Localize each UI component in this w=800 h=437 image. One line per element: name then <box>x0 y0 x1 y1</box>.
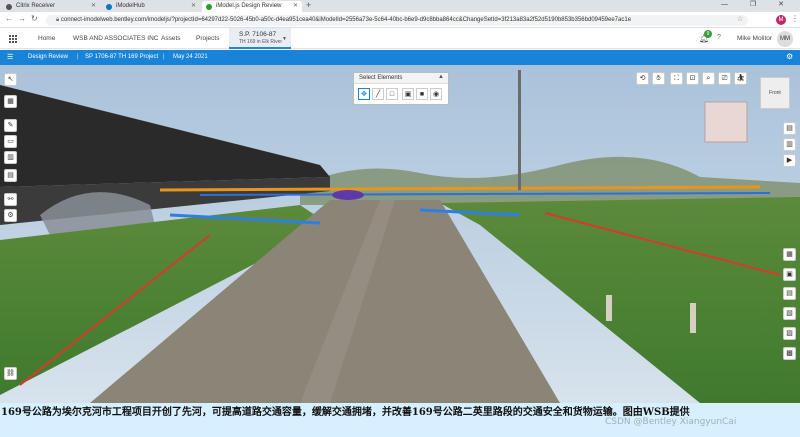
browser-tab-strip: Citrix Receiver ✕ iModelHub ✕ iModel.js … <box>0 0 800 12</box>
imodeljs-icon <box>206 4 212 10</box>
notification-badge: 9 <box>704 30 712 38</box>
select-mode-icon[interactable]: ▣ <box>402 88 414 100</box>
close-icon[interactable]: ✕ <box>91 2 96 9</box>
section-tool-icon[interactable]: ▥ <box>4 151 17 164</box>
survey-post <box>606 295 612 321</box>
properties-icon[interactable]: ▥ <box>783 138 796 151</box>
close-icon[interactable]: ✕ <box>191 2 196 9</box>
measure-tool-icon[interactable]: ▦ <box>4 95 17 108</box>
breadcrumb-project[interactable]: SP 1706-87 TH 169 Project <box>85 54 158 60</box>
forward-icon[interactable]: → <box>18 14 26 23</box>
gear-icon[interactable]: ⚙ <box>786 52 793 61</box>
browser-menu-icon[interactable]: ⋮ <box>791 14 799 23</box>
chevron-up-icon[interactable]: ▲ <box>438 74 444 80</box>
select-add-icon[interactable]: ■ <box>416 88 428 100</box>
breadcrumb: ☰ Design Review | SP 1706-87 TH 169 Proj… <box>0 50 800 65</box>
layers-icon[interactable]: ▤ <box>783 122 796 135</box>
pick-select-icon[interactable]: ✥ <box>358 88 370 100</box>
window-controls[interactable]: — ❐ ✕ <box>721 0 794 8</box>
camera-icon[interactable]: ⎚ <box>718 72 731 85</box>
nav-projects[interactable]: Projects <box>196 35 219 42</box>
panel-tool-icon[interactable]: ▧ <box>783 307 796 320</box>
breadcrumb-separator: | <box>163 54 165 60</box>
panel-tool-icon[interactable]: ▣ <box>783 268 796 281</box>
watermark: CSDN @Bentley XiangyunCai <box>605 417 737 427</box>
nav-home[interactable]: Home <box>38 35 55 42</box>
select-elements-panel: Select Elements ▲ ✥ ╱ □ ▣ ■ ◉ <box>353 72 449 105</box>
3d-viewport[interactable]: ↖ ▦ ✎ ▭ ▥ ▤ ⚯ ⚙ ⛓ Select Elements ▲ ✥ ╱ … <box>0 65 800 403</box>
pan-hand-icon[interactable]: ✋︎ <box>652 72 665 85</box>
rotate-view-icon[interactable]: ⟲ <box>636 72 649 85</box>
user-name[interactable]: Mike Molitor <box>737 35 772 42</box>
user-avatar[interactable]: MM <box>777 31 793 47</box>
road-scene <box>0 65 800 403</box>
browser-tab-citrix[interactable]: Citrix Receiver ✕ <box>2 1 100 12</box>
bookmark-star-icon[interactable]: ☆ <box>737 15 743 23</box>
fit-view-icon[interactable]: ⛶ <box>670 72 683 85</box>
breadcrumb-date[interactable]: May 24 2021 <box>173 54 208 60</box>
video-icon[interactable]: ▶ <box>783 154 796 167</box>
select-panel-title: Select Elements <box>354 73 448 84</box>
chevron-down-icon: ▼ <box>282 36 287 42</box>
breadcrumb-separator: | <box>77 54 79 60</box>
app-header: Home WSB AND ASSOCIATES INC Assets Proje… <box>0 28 800 49</box>
line-select-icon[interactable]: ╱ <box>372 88 384 100</box>
project-selector[interactable]: S.P. 7106-87 TH 169 in Elk River ▼ <box>229 28 291 49</box>
tab-label: iModelHub <box>116 3 145 9</box>
back-icon[interactable]: ← <box>5 14 13 23</box>
settings-icon[interactable]: ⚙ <box>4 209 17 222</box>
help-icon[interactable]: ? <box>717 34 721 41</box>
url-text: connect-imodelweb.bentley.com/imodeljs/?… <box>60 17 632 23</box>
panel-tool-icon[interactable]: ▦ <box>783 248 796 261</box>
model-tree-icon[interactable]: ⚯ <box>4 193 17 206</box>
select-all-icon[interactable]: ◉ <box>430 88 442 100</box>
link-icon[interactable]: ⛓ <box>4 367 17 380</box>
cube-face-label: Front <box>769 90 781 96</box>
box-select-icon[interactable]: □ <box>386 88 398 100</box>
breadcrumb-design-review[interactable]: Design Review <box>28 54 68 60</box>
document-icon[interactable]: ▤ <box>4 169 17 182</box>
tab-label: iModel.js Design Review <box>216 3 282 9</box>
panel-tool-icon[interactable]: ▨ <box>783 327 796 340</box>
browser-tab-imodelhub[interactable]: iModelHub ✕ <box>102 1 200 12</box>
pencil-icon[interactable]: ✎ <box>4 119 17 132</box>
vehicle-model[interactable] <box>332 190 364 200</box>
tab-label: Citrix Receiver <box>16 3 56 9</box>
walk-icon[interactable]: ⛹︎ <box>734 72 747 85</box>
clip-tool-icon[interactable]: ▭ <box>4 135 17 148</box>
citrix-icon <box>6 4 12 10</box>
menu-icon[interactable]: ☰ <box>7 53 13 61</box>
panel-tool-icon[interactable]: ▩ <box>783 347 796 360</box>
imodelhub-icon <box>106 4 112 10</box>
reload-icon[interactable]: ↻ <box>31 14 38 23</box>
select-tool-icon[interactable]: ↖ <box>4 73 17 86</box>
profile-avatar[interactable]: M <box>776 15 786 25</box>
panel-tool-icon[interactable]: ▤ <box>783 287 796 300</box>
nav-assets[interactable]: Assets <box>161 35 181 42</box>
new-tab-button[interactable]: + <box>306 0 311 10</box>
nav-organization[interactable]: WSB AND ASSOCIATES INC <box>73 35 158 42</box>
roadside-sign <box>704 101 748 143</box>
view-cube[interactable]: Front <box>760 77 790 109</box>
url-field[interactable]: 🔒︎ connect-imodelweb.bentley.com/imodelj… <box>46 15 748 26</box>
close-icon[interactable]: ✕ <box>293 2 298 9</box>
zoom-icon[interactable]: ⌕ <box>702 72 715 85</box>
app-switcher-icon[interactable] <box>8 34 17 43</box>
browser-tab-design-review[interactable]: iModel.js Design Review ✕ <box>202 1 302 12</box>
survey-post <box>690 303 696 333</box>
address-bar-row: ← → ↻ 🔒︎ connect-imodelweb.bentley.com/i… <box>0 12 800 28</box>
light-pole <box>518 70 521 190</box>
window-area-icon[interactable]: ⊡ <box>686 72 699 85</box>
